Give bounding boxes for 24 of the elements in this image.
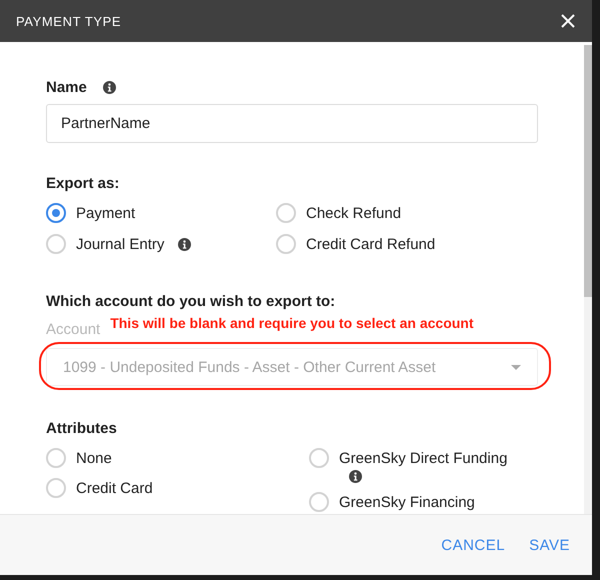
scrollbar[interactable] [584, 45, 592, 514]
field-label: Account [46, 321, 100, 338]
info-icon[interactable] [178, 238, 192, 250]
info-icon[interactable] [102, 80, 116, 94]
radio-label[interactable]: Payment [76, 204, 136, 222]
section-label: Export as: [46, 175, 120, 192]
annotation-text: This will be blank and require you to select an account [110, 315, 474, 331]
scrollbar-thumb[interactable] [584, 45, 592, 297]
radio-button[interactable] [46, 203, 66, 223]
section-label: Attributes [46, 420, 118, 437]
radio-label[interactable]: Check Refund [306, 204, 402, 222]
info-icon[interactable] [349, 470, 362, 483]
section-label: Which account do you wish to export to: [46, 293, 336, 310]
radio-label[interactable]: GreenSky Direct Funding [339, 450, 508, 466]
caret-icon [511, 364, 521, 370]
radio-label[interactable]: None [76, 450, 112, 466]
radio-label[interactable]: Journal Entry [76, 236, 164, 252]
radio-label[interactable]: Credit Card Refund [306, 236, 436, 252]
radio-label[interactable]: GreenSky Financing [339, 494, 475, 510]
dialog-title: PAYMENT TYPE [16, 14, 122, 28]
name-input-field[interactable]: PartnerName [46, 104, 538, 143]
field-label: Name [46, 78, 87, 96]
radio-label[interactable]: Credit Card [76, 480, 153, 496]
close-icon[interactable] [561, 14, 575, 28]
